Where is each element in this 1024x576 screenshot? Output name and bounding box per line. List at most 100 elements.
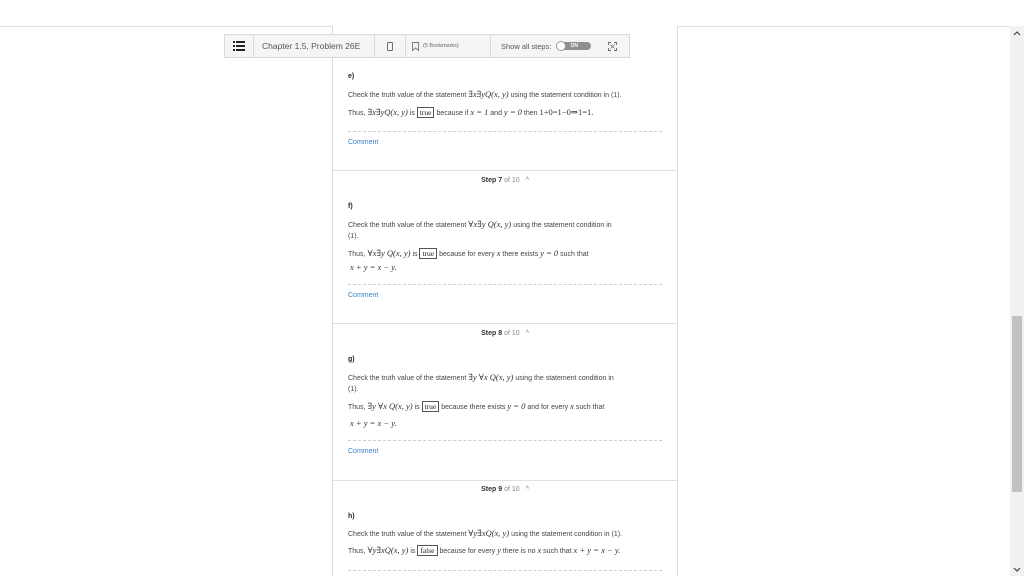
math-expression: ∀y∃xQ(x, y) (468, 528, 510, 538)
step-number: Step 8 (481, 330, 503, 337)
comment-link[interactable]: Comment (348, 448, 378, 455)
step7-line1: Check the truth value of the statement ∀… (348, 219, 612, 230)
step-number: Step 7 (481, 177, 503, 184)
step-header-8[interactable]: Step 8 of 10 ^ (333, 330, 677, 337)
math-expression: ∃x∃yQ(x, y) (468, 89, 509, 99)
step8-line2: Thus, ∃y ∀x Q(x, y) is true because ther… (348, 401, 604, 412)
chapter-problem-title: Chapter 1.5, Problem 26E (262, 41, 361, 51)
comment-link[interactable]: Comment (348, 292, 378, 299)
math-expression: ∀x∃y Q(x, y) (367, 248, 411, 258)
part-label-h: h) (348, 513, 355, 520)
answer-box: true (419, 248, 438, 259)
math-expression: ∃x∃yQ(x, y) (367, 107, 408, 117)
scrollbar-thumb[interactable] (1012, 316, 1022, 492)
chevron-up-icon[interactable] (1010, 26, 1024, 40)
dashed-separator (348, 440, 662, 441)
text: Thus, (348, 404, 366, 411)
text: because if (436, 110, 469, 117)
page-scrollbar[interactable] (1010, 26, 1024, 576)
step-total: of 10 (504, 177, 520, 184)
part-label-f: f) (348, 203, 353, 210)
bookmarks-count: (5 Bookmarks) (423, 43, 459, 49)
step-divider (333, 170, 677, 171)
dashed-separator (348, 284, 662, 285)
text: is (410, 548, 416, 555)
frame-top-line-left (0, 26, 332, 27)
text: Thus, (348, 110, 366, 117)
text: there is no (502, 548, 536, 555)
math-expression: x + y = x − y. (573, 545, 621, 555)
step7-line1-cont: (1). (348, 233, 359, 240)
math-expression: ∃y ∀x Q(x, y) (468, 372, 514, 382)
text: Check the truth value of the statement (348, 375, 467, 382)
toggle-state-label: ON (570, 43, 578, 49)
math-expression: x (496, 248, 501, 258)
bookmarks-button[interactable]: (5 Bookmarks) (406, 35, 490, 57)
math-expression: x + y = x − y. (350, 262, 397, 272)
step9-line1: Check the truth value of the statement ∀… (348, 528, 622, 539)
step-number: Step 9 (481, 486, 503, 493)
text: because for every (439, 251, 495, 258)
dashed-separator (348, 131, 662, 132)
text: using the statement condition in (1). (511, 531, 622, 538)
step9-line2: Thus, ∀y∃xQ(x, y) is false because for e… (348, 545, 620, 556)
math-expression: x = 1 (470, 107, 489, 117)
fullscreen-button[interactable] (597, 35, 627, 57)
toggle-knob (556, 41, 567, 51)
math-expression: y = 0 (507, 401, 526, 411)
text: is (414, 404, 420, 411)
answer-box: true (421, 401, 440, 412)
math-expression: y (497, 545, 501, 555)
dashed-separator (348, 570, 662, 571)
show-all-steps-label: Show all steps: (501, 41, 552, 51)
part-label-g: g) (348, 356, 355, 363)
text: Thus, (348, 251, 366, 258)
text: Check the truth value of the statement (348, 92, 467, 99)
math-expression: ∀x∃y Q(x, y) (468, 219, 512, 229)
step8-line1: Check the truth value of the statement ∃… (348, 372, 614, 383)
mobile-view-button[interactable] (375, 35, 405, 57)
text: is (409, 110, 415, 117)
text: there exists (502, 251, 539, 258)
text: because there exists (441, 404, 506, 411)
answer-box: true (416, 107, 435, 118)
phone-icon (387, 41, 393, 51)
step8-line3: x + y = x − y. (350, 418, 397, 428)
comment-link[interactable]: Comment (348, 139, 378, 146)
math-expression: ∃y ∀x Q(x, y) (367, 401, 413, 411)
chevron-up-icon[interactable]: ^ (526, 177, 529, 184)
section-e-line1: Check the truth value of the statement ∃… (348, 89, 621, 100)
math-expression: x (537, 545, 542, 555)
text: using the statement condition in (515, 375, 614, 382)
step-header-9[interactable]: Step 9 of 10 ^ (333, 486, 677, 493)
expand-icon (607, 41, 617, 51)
text: and for every (527, 404, 569, 411)
text: because for every (439, 548, 496, 555)
math-expression: x + y = x − y. (350, 418, 397, 428)
math-expression: y = 0 (503, 107, 522, 117)
solution-toolbar: Chapter 1.5, Problem 26E (5 Bookmarks) S… (224, 34, 630, 58)
step-divider (333, 323, 677, 324)
math-expression: x (570, 401, 574, 411)
math-expression: 1+0=1−0⇒1=1. (539, 107, 594, 117)
step8-line1-cont: (1). (348, 386, 359, 393)
show-all-steps-toggle[interactable]: ON (556, 41, 592, 51)
step7-line2: Thus, ∀x∃y Q(x, y) is true because for e… (348, 248, 589, 259)
text: Check the truth value of the statement (348, 222, 467, 229)
menu-button[interactable] (225, 35, 254, 57)
text: such that (560, 251, 589, 258)
chevron-up-icon[interactable]: ^ (526, 486, 529, 493)
part-label-e: e) (348, 73, 355, 80)
frame-top-line-right (678, 26, 1010, 27)
text: Thus, (348, 548, 366, 555)
text: then (523, 110, 538, 117)
chevron-down-icon[interactable] (1010, 562, 1024, 576)
text: and (490, 110, 502, 117)
step-divider (333, 480, 677, 481)
section-e-line2: Thus, ∃x∃yQ(x, y) is true because if x =… (348, 107, 593, 118)
chevron-up-icon[interactable]: ^ (526, 330, 529, 337)
step-header-7[interactable]: Step 7 of 10 ^ (333, 177, 677, 184)
answer-box: false (417, 545, 438, 556)
text: using the statement condition in (513, 222, 612, 229)
list-icon (233, 41, 245, 51)
